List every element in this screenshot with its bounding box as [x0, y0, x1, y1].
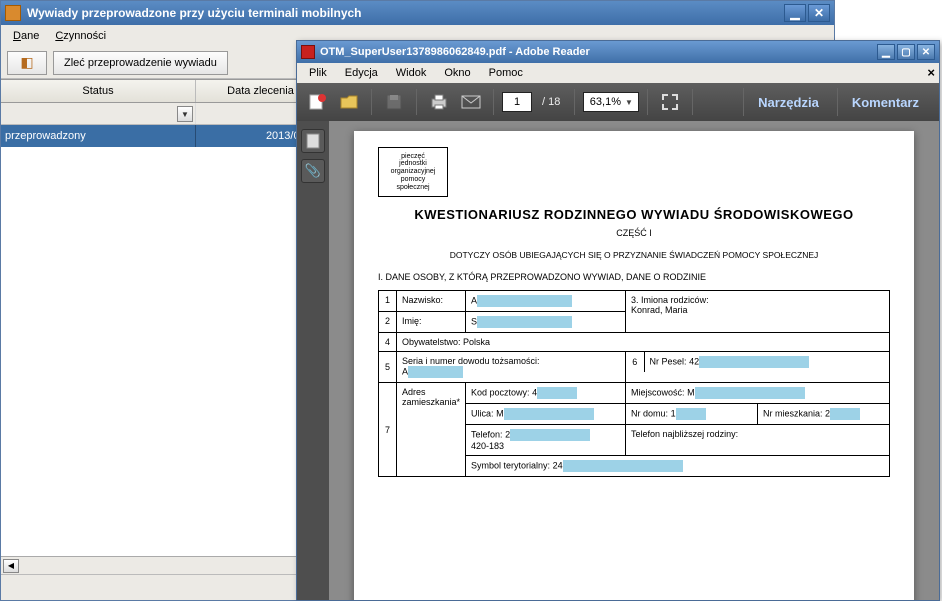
- app-titlebar: Wywiady przeprowadzone przy użyciu termi…: [1, 1, 834, 25]
- door-icon-button[interactable]: ◧: [7, 51, 47, 75]
- cell-nrdomu: Nr domu: 1: [626, 404, 757, 424]
- zlec-wywiad-button[interactable]: Zleć przeprowadzenie wywiadu: [53, 51, 228, 75]
- lbl-imie: Imię:: [397, 312, 466, 333]
- cell-status: przeprowadzony: [1, 125, 196, 147]
- cell-pesel-wrap: 6 Nr Pesel: 42: [626, 352, 890, 383]
- cell-kod: Kod pocztowy: 4: [466, 383, 626, 404]
- cell-n6: 6: [626, 352, 644, 372]
- reader-window: OTM_SuperUser1378986062849.pdf - Adobe R…: [296, 40, 940, 601]
- cell-nrdom-wrap: Nr domu: 1 Nr mieszkania: 2: [626, 404, 890, 425]
- reader-menu-edycja[interactable]: Edycja: [337, 67, 386, 79]
- cell-pesel: Nr Pesel: 42: [644, 352, 889, 372]
- close-button[interactable]: ✕: [808, 4, 830, 22]
- stamp-box: pieczęć jednostki organizacyjnej pomocy …: [378, 147, 448, 197]
- cell-miejsc: Miejscowość: M: [626, 383, 890, 404]
- export-pdf-icon[interactable]: [303, 88, 331, 116]
- lbl-rodzice: 3. Imiona rodziców:: [631, 295, 884, 305]
- doc-subtitle: CZĘŚĆ I: [378, 228, 890, 238]
- lbl-telrodz: Telefon najbliższej rodziny:: [626, 425, 890, 456]
- stamp-l3: organizacyjnej: [379, 168, 447, 176]
- door-icon: ◧: [20, 54, 33, 71]
- attachment-icon[interactable]: 📎: [301, 159, 325, 183]
- val-imie: S: [466, 312, 626, 333]
- filter-status[interactable]: ▼: [1, 103, 196, 124]
- reader-toolbar: 1 / 18 63,1% ▼ Narzędzia Komentarz: [297, 83, 939, 121]
- reader-titlebar: OTM_SuperUser1378986062849.pdf - Adobe R…: [297, 41, 939, 63]
- open-icon[interactable]: [335, 88, 363, 116]
- col-header-status[interactable]: Status: [1, 80, 196, 102]
- zoom-value: 63,1%: [590, 96, 621, 108]
- cell-n7: 7: [379, 383, 397, 477]
- cell-n2: 2: [379, 312, 397, 333]
- thumbnails-icon[interactable]: [301, 129, 325, 153]
- stamp-l2: jednostki: [379, 160, 447, 168]
- reader-title: OTM_SuperUser1378986062849.pdf - Adobe R…: [320, 46, 877, 58]
- scroll-left-icon[interactable]: ◀: [3, 559, 19, 573]
- val-tel2: 420-183: [471, 441, 620, 451]
- reader-menu-widok[interactable]: Widok: [388, 67, 435, 79]
- app-icon: [5, 5, 21, 21]
- doc-title: KWESTIONARIUSZ RODZINNEGO WYWIADU ŚRODOW…: [378, 207, 890, 222]
- cell-ulica: Ulica: M: [466, 404, 626, 425]
- page-current-input[interactable]: 1: [502, 92, 532, 112]
- lbl-seria: Seria i numer dowodu tożsamości:: [402, 356, 620, 366]
- minimize-button[interactable]: ▁: [784, 4, 806, 22]
- cell-rodzice: 3. Imiona rodziców: Konrad, Maria: [626, 291, 890, 333]
- reader-body: 📎 pieczęć jednostki organizacyjnej pomoc…: [297, 121, 939, 600]
- fullscreen-icon[interactable]: [656, 88, 684, 116]
- reader-close-button[interactable]: ✕: [917, 44, 935, 60]
- reader-menu-plik[interactable]: Plik: [301, 67, 335, 79]
- page-total: / 18: [536, 96, 566, 108]
- print-icon[interactable]: [425, 88, 453, 116]
- cell-n4: 4: [379, 333, 397, 352]
- pdf-icon: [301, 45, 315, 59]
- stamp-l5: społecznej: [379, 184, 447, 192]
- menu-czynnosci[interactable]: Czynności: [47, 28, 114, 44]
- lbl-obyw: Obywatelstwo: Polska: [397, 333, 890, 352]
- chevron-down-icon: ▼: [625, 98, 633, 107]
- val-nazwisko: A: [466, 291, 626, 312]
- cell-nrmiesz: Nr mieszkania: 2: [758, 404, 889, 424]
- save-icon[interactable]: [380, 88, 408, 116]
- cell-tel: Telefon: 2 420-183: [466, 425, 626, 456]
- lbl-adres: Adres zamieszkania*: [397, 383, 466, 477]
- reader-sidebar: 📎: [297, 121, 329, 600]
- reader-menu-okno[interactable]: Okno: [436, 67, 478, 79]
- comment-button[interactable]: Komentarz: [837, 88, 933, 116]
- cell-n1: 1: [379, 291, 397, 312]
- form-table: 1 Nazwisko: A 3. Imiona rodziców: Konrad…: [378, 290, 890, 477]
- stamp-l4: pomocy: [379, 176, 447, 184]
- menu-dane[interactable]: Dane: [5, 28, 47, 44]
- val-seria: A: [402, 366, 620, 378]
- reader-menu-pomoc[interactable]: Pomoc: [481, 67, 531, 79]
- app-title: Wywiady przeprowadzone przy użyciu termi…: [27, 6, 784, 20]
- cell-seria: Seria i numer dowodu tożsamości: A: [397, 352, 626, 383]
- val-rodzice: Konrad, Maria: [631, 305, 884, 315]
- tools-button[interactable]: Narzędzia: [743, 88, 833, 116]
- cell-symter: Symbol terytorialny: 24: [466, 456, 890, 477]
- reader-doc-close-icon[interactable]: ×: [927, 65, 935, 80]
- cell-n5: 5: [379, 352, 397, 383]
- doc-viewport[interactable]: pieczęć jednostki organizacyjnej pomocy …: [329, 121, 939, 600]
- chevron-down-icon[interactable]: ▼: [177, 106, 193, 122]
- doc-desc: DOTYCZY OSÓB UBIEGAJĄCYCH SIĘ O PRZYZNAN…: [378, 250, 890, 260]
- doc-section-1: I. DANE OSOBY, Z KTÓRĄ PRZEPROWADZONO WY…: [378, 272, 890, 282]
- reader-minimize-button[interactable]: ▁: [877, 44, 895, 60]
- doc-page: pieczęć jednostki organizacyjnej pomocy …: [354, 131, 914, 600]
- stamp-l1: pieczęć: [379, 153, 447, 161]
- lbl-nazwisko: Nazwisko:: [397, 291, 466, 312]
- zoom-select[interactable]: 63,1% ▼: [583, 92, 639, 112]
- reader-restore-button[interactable]: ▢: [897, 44, 915, 60]
- reader-menubar: Plik Edycja Widok Okno Pomoc ×: [297, 63, 939, 83]
- email-icon[interactable]: [457, 88, 485, 116]
